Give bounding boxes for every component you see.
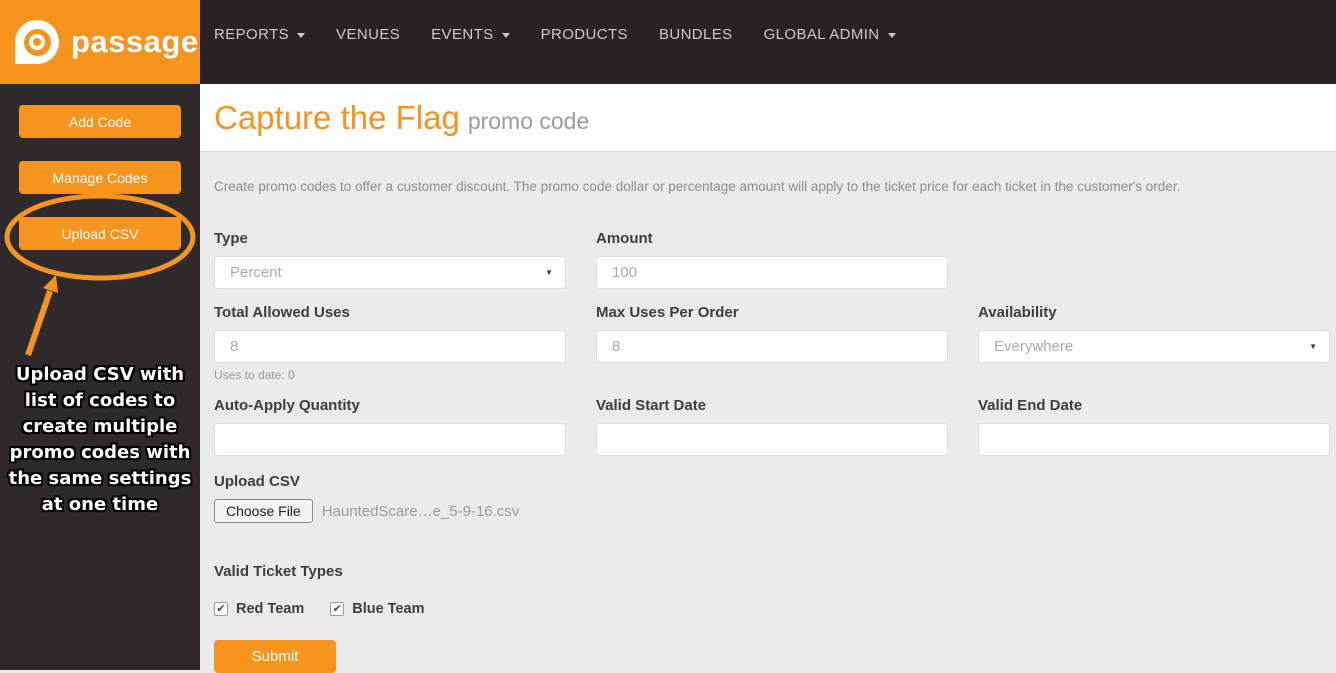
amount-label: Amount <box>596 230 653 247</box>
auto-apply-quantity-label: Auto-Apply Quantity <box>214 397 360 414</box>
brand-logo[interactable]: passage <box>0 0 200 84</box>
max-uses-per-order-label: Max Uses Per Order <box>596 304 739 321</box>
page-header: Capture the Flag promo code <box>200 84 1336 152</box>
chevron-down-icon <box>501 32 510 38</box>
valid-start-date-label: Valid Start Date <box>596 397 707 414</box>
valid-ticket-types-field: Valid Ticket Types Red Team Blue Team <box>214 563 1322 617</box>
nav-item-venues[interactable]: VENUES <box>336 25 400 43</box>
type-field: Type Percent ▼ <box>214 230 566 289</box>
chevron-down-icon <box>887 32 896 38</box>
nav-item-global-admin[interactable]: GLOBAL ADMIN <box>764 25 896 43</box>
uses-to-date-text: Uses to date: 0 <box>214 368 295 382</box>
annotation-text: Upload CSV with list of codes to create … <box>8 364 192 515</box>
promo-name: Capture the Flag <box>214 98 460 136</box>
top-bar: passage REPORTS VENUES EVENTS PRODUCTS B… <box>0 0 1336 84</box>
passage-pin-icon <box>15 20 59 64</box>
upload-csv-field: Upload CSV Choose File HauntedScare…e_5-… <box>214 473 1322 523</box>
chosen-filename: HauntedScare…e_5-9-16.csv <box>321 502 520 520</box>
total-allowed-uses-input[interactable] <box>214 330 566 363</box>
chevron-down-icon <box>297 32 306 38</box>
nav-item-events[interactable]: EVENTS <box>431 25 510 43</box>
main-nav: REPORTS VENUES EVENTS PRODUCTS BUNDLES G… <box>200 0 1336 84</box>
auto-apply-quantity-input[interactable] <box>214 423 566 456</box>
type-select[interactable]: Percent ▼ <box>214 256 566 289</box>
submit-button[interactable]: Submit <box>214 640 336 673</box>
add-code-button[interactable]: Add Code <box>19 105 181 138</box>
annotation-arrow-head <box>43 275 58 293</box>
availability-label: Availability <box>978 304 1057 321</box>
valid-end-date-field: Valid End Date <box>978 397 1330 456</box>
availability-select[interactable]: Everywhere ▼ <box>978 330 1330 363</box>
select-caret-icon: ▼ <box>1309 342 1317 351</box>
amount-field: Amount <box>596 230 948 289</box>
intro-text: Create promo codes to offer a customer d… <box>214 179 1181 194</box>
nav-item-products[interactable]: PRODUCTS <box>541 25 628 43</box>
select-caret-icon: ▼ <box>545 268 553 277</box>
main-content: Capture the Flag promo code Create promo … <box>200 84 1336 673</box>
annotation-arrow <box>25 290 53 356</box>
brand-name: passage <box>71 24 199 59</box>
app: passage REPORTS VENUES EVENTS PRODUCTS B… <box>0 0 1336 673</box>
total-allowed-uses-field: Total Allowed Uses Uses to date: 0 <box>214 304 566 382</box>
nav-item-bundles[interactable]: BUNDLES <box>659 25 733 43</box>
upload-csv-button[interactable]: Upload CSV <box>19 217 181 250</box>
max-uses-per-order-field: Max Uses Per Order <box>596 304 948 382</box>
upload-csv-label: Upload CSV <box>214 473 300 490</box>
valid-start-date-input[interactable] <box>596 423 948 456</box>
availability-field: Availability Everywhere ▼ <box>978 304 1330 382</box>
valid-end-date-input[interactable] <box>978 423 1330 456</box>
valid-end-date-label: Valid End Date <box>978 397 1083 414</box>
valid-start-date-field: Valid Start Date <box>596 397 948 456</box>
manage-codes-button[interactable]: Manage Codes <box>19 161 181 194</box>
nav-item-reports[interactable]: REPORTS <box>214 25 306 43</box>
valid-ticket-types-label: Valid Ticket Types <box>214 563 343 580</box>
page-subtitle: promo code <box>467 107 590 134</box>
type-label: Type <box>214 230 248 247</box>
checkbox-blue-team[interactable] <box>330 602 345 616</box>
choose-file-button[interactable]: Choose File <box>214 499 313 523</box>
ticket-type-blue-team[interactable]: Blue Team <box>330 601 425 617</box>
ticket-type-red-team[interactable]: Red Team <box>214 601 304 617</box>
page-title: Capture the Flag promo code <box>214 99 589 137</box>
amount-input[interactable] <box>596 256 948 289</box>
total-allowed-uses-label: Total Allowed Uses <box>214 304 350 321</box>
promo-code-form: Type Percent ▼ Amount Total Allowed <box>214 230 1330 673</box>
auto-apply-quantity-field: Auto-Apply Quantity <box>214 397 566 456</box>
sidebar: Add Code Manage Codes Upload CSV Upload … <box>0 84 200 670</box>
max-uses-per-order-input[interactable] <box>596 330 948 363</box>
checkbox-red-team[interactable] <box>214 602 228 616</box>
